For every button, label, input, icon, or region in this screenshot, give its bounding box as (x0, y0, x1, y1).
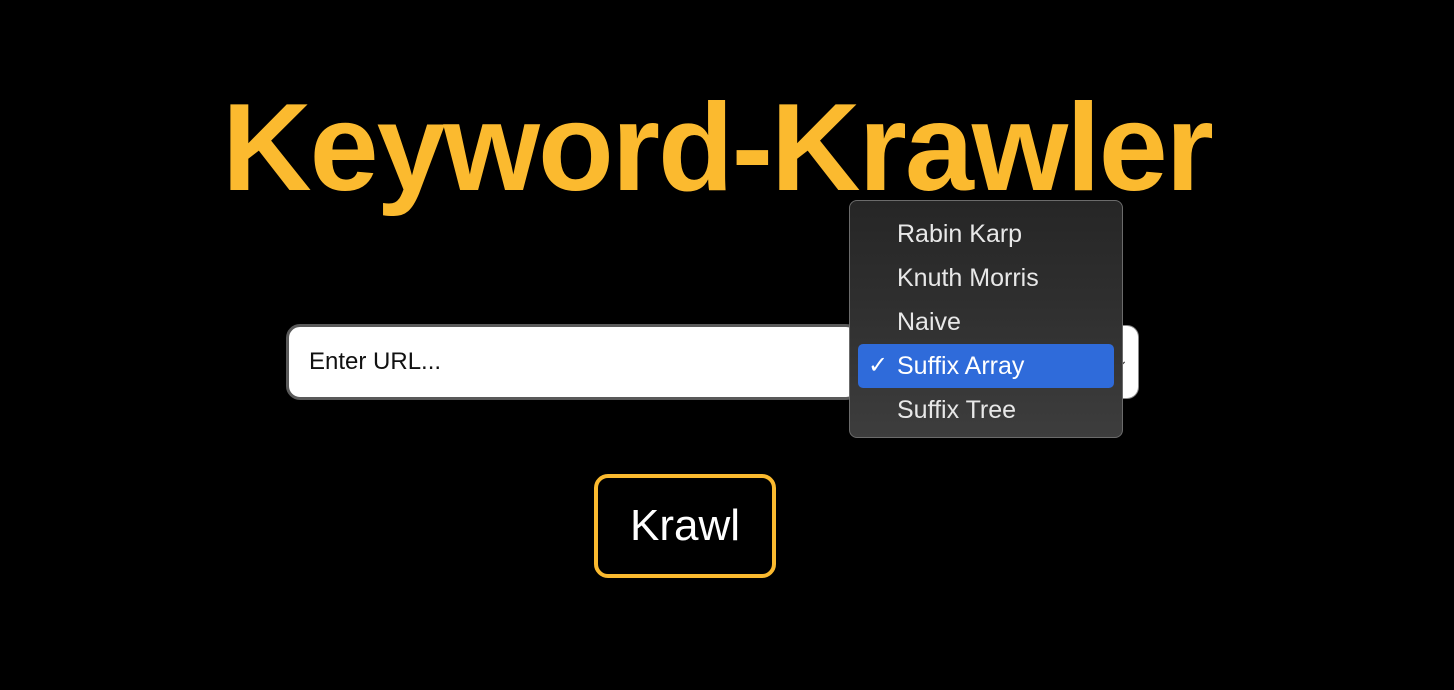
dropdown-option-suffix-tree[interactable]: Suffix Tree (858, 388, 1114, 432)
option-label: Suffix Tree (897, 396, 1017, 424)
krawl-button[interactable]: Krawl (594, 474, 776, 578)
dropdown-option-suffix-array[interactable]: ✓ Suffix Array (858, 344, 1114, 388)
page: Keyword-Krawler ⌄ Rabin Karp Knuth Morri… (0, 0, 1454, 690)
dropdown-option-naive[interactable]: Naive (858, 300, 1114, 344)
option-label: Rabin Karp (897, 220, 1023, 248)
option-label: Suffix Array (897, 352, 1025, 380)
algorithm-dropdown-menu: Rabin Karp Knuth Morris Naive ✓ Suffix A… (849, 200, 1123, 438)
url-input[interactable] (286, 324, 860, 400)
checkmark-icon: ✓ (868, 352, 889, 379)
option-label: Knuth Morris (897, 264, 1039, 292)
dropdown-option-knuth-morris[interactable]: Knuth Morris (858, 256, 1114, 300)
page-title: Keyword-Krawler (222, 79, 1214, 217)
dropdown-option-rabin-karp[interactable]: Rabin Karp (858, 212, 1114, 256)
option-label: Naive (897, 308, 961, 336)
